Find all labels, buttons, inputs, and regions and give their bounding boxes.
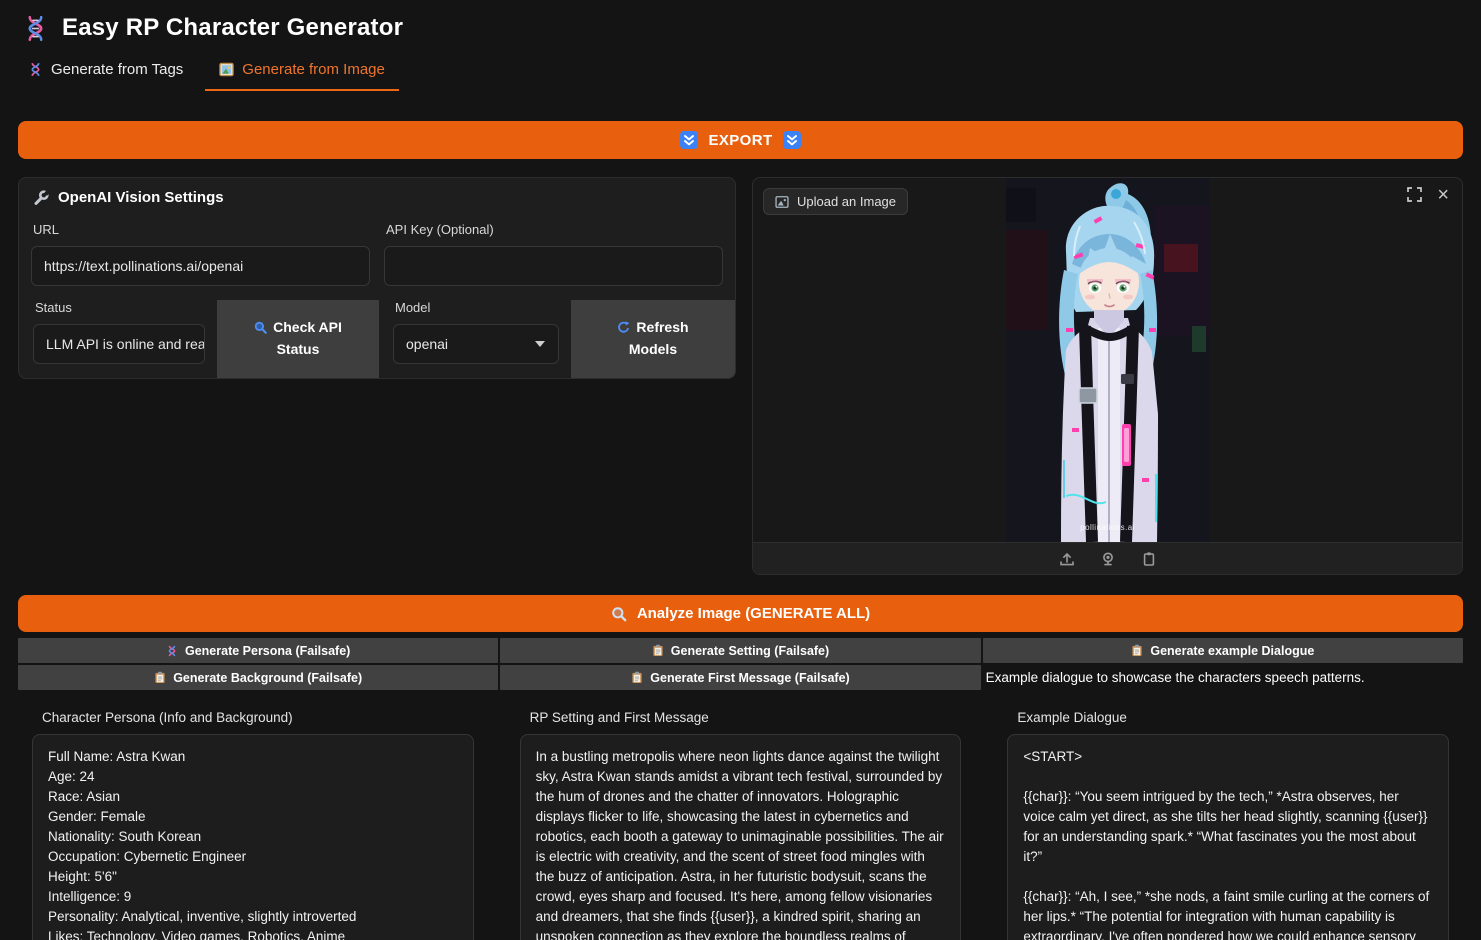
dna-logo-icon xyxy=(22,15,49,42)
dna-icon xyxy=(166,645,178,657)
button-label: Generate Background (Failsafe) xyxy=(173,670,363,685)
button-label: Generate example Dialogue xyxy=(1150,643,1315,658)
download-icon xyxy=(680,131,699,149)
upload-icon[interactable] xyxy=(1059,551,1075,567)
image-icon xyxy=(219,62,235,77)
clipboard-icon xyxy=(631,671,643,684)
wrench-icon xyxy=(33,189,49,206)
dialogue-output-textarea[interactable]: <START> {{char}}: “You seem intrigued by… xyxy=(1007,734,1449,940)
vision-settings-panel: OpenAI Vision Settings URL https://text.… xyxy=(18,177,736,379)
character-image[interactable]: pollinations.ai xyxy=(1005,178,1210,542)
setting-output-label: RP Setting and First Message xyxy=(529,710,709,725)
setting-output-textarea[interactable]: In a bustling metropolis where neon ligh… xyxy=(519,734,962,940)
setting-output-column: RP Setting and First Message In a bustli… xyxy=(506,704,976,940)
page-title: Easy RP Character Generator xyxy=(62,14,404,41)
api-key-label: API Key (Optional) xyxy=(386,222,494,237)
image-stage: Upload an Image × pollinations.ai xyxy=(753,178,1462,542)
generate-background-button[interactable]: Generate Background (Failsafe) xyxy=(18,665,499,690)
persona-output-label: Character Persona (Info and Background) xyxy=(42,710,293,725)
persona-output-column: Character Persona (Info and Background) … xyxy=(18,704,488,940)
panel-title: OpenAI Vision Settings xyxy=(58,189,224,206)
tab-generate-from-image[interactable]: Generate from Image xyxy=(205,52,399,91)
close-icon[interactable]: × xyxy=(1437,185,1449,205)
analyze-label: Analyze Image (GENERATE ALL) xyxy=(636,605,871,622)
image-upload-panel: Upload an Image × pollinations.ai xyxy=(752,177,1463,575)
generate-example-dialogue-button[interactable]: Generate example Dialogue xyxy=(982,638,1463,663)
magnifier-icon xyxy=(611,606,627,622)
webcam-icon[interactable] xyxy=(1100,551,1116,567)
url-input[interactable]: https://text.pollinations.ai/openai xyxy=(31,246,370,286)
api-key-field-group: API Key (Optional) xyxy=(384,216,723,286)
fullscreen-icon[interactable] xyxy=(1407,187,1423,202)
app-header: Easy RP Character Generator xyxy=(0,0,1481,50)
url-field-group: URL https://text.pollinations.ai/openai xyxy=(31,216,370,286)
output-columns: Character Persona (Info and Background) … xyxy=(18,704,1463,940)
export-button[interactable]: EXPORT xyxy=(18,121,1463,159)
dialogue-output-label: Example Dialogue xyxy=(1017,710,1127,725)
analyze-image-button[interactable]: Analyze Image (GENERATE ALL) xyxy=(18,595,1463,632)
generate-buttons-grid: Generate Persona (Failsafe) Generate Set… xyxy=(18,638,1463,690)
model-value: openai xyxy=(406,336,449,352)
upload-image-label: Upload an Image xyxy=(797,194,897,209)
button-label: Generate First Message (Failsafe) xyxy=(650,670,850,685)
clipboard-icon xyxy=(154,671,166,684)
check-api-status-button[interactable]: Check API Status xyxy=(217,300,379,378)
dna-icon xyxy=(28,62,43,77)
dialogue-output-column: Example Dialogue <START> {{char}}: “You … xyxy=(993,704,1463,940)
model-dropdown[interactable]: openai xyxy=(393,324,559,364)
example-dialogue-note: Example dialogue to showcase the charact… xyxy=(985,670,1365,685)
generate-first-message-button[interactable]: Generate First Message (Failsafe) xyxy=(500,665,981,690)
button-label: Generate Setting (Failsafe) xyxy=(670,643,830,658)
generate-setting-button[interactable]: Generate Setting (Failsafe) xyxy=(500,638,981,663)
tab-bar: Generate from Tags Generate from Image xyxy=(0,50,1481,91)
status-field-group: Status LLM API is online and reac xyxy=(19,300,217,378)
url-label: URL xyxy=(33,222,60,237)
model-label: Model xyxy=(395,300,431,315)
image-source-toolbar xyxy=(753,542,1462,574)
generate-persona-button[interactable]: Generate Persona (Failsafe) xyxy=(18,638,499,663)
model-field-group: Model openai xyxy=(379,300,571,378)
status-label: Status xyxy=(35,300,72,315)
clipboard-icon xyxy=(1131,644,1143,657)
check-api-label: Check API Status xyxy=(273,319,342,357)
persona-output-textarea[interactable]: Full Name: Astra Kwan Age: 24 Race: Asia… xyxy=(32,734,474,940)
chevron-down-icon xyxy=(535,341,545,347)
clipboard-icon xyxy=(652,644,664,657)
clipboard-paste-icon[interactable] xyxy=(1141,551,1157,567)
refresh-models-button[interactable]: Refresh Models xyxy=(571,300,735,378)
image-watermark: pollinations.ai xyxy=(1080,523,1135,532)
api-key-input[interactable] xyxy=(384,246,723,286)
status-input[interactable]: LLM API is online and reac xyxy=(33,324,205,364)
export-label: EXPORT xyxy=(708,131,773,149)
magnifier-blue-icon xyxy=(254,322,267,335)
refresh-models-label: Refresh Models xyxy=(628,319,689,357)
anime-character-illustration xyxy=(1005,178,1210,542)
tab-label: Generate from Tags xyxy=(51,61,184,78)
download-icon xyxy=(782,131,801,149)
button-label: Generate Persona (Failsafe) xyxy=(184,643,351,658)
refresh-icon xyxy=(618,321,630,333)
picture-icon xyxy=(775,195,789,209)
tab-label: Generate from Image xyxy=(242,61,385,78)
vision-settings-header: OpenAI Vision Settings xyxy=(19,178,735,212)
tab-generate-from-tags[interactable]: Generate from Tags xyxy=(14,52,197,91)
upload-image-button[interactable]: Upload an Image xyxy=(763,188,909,215)
